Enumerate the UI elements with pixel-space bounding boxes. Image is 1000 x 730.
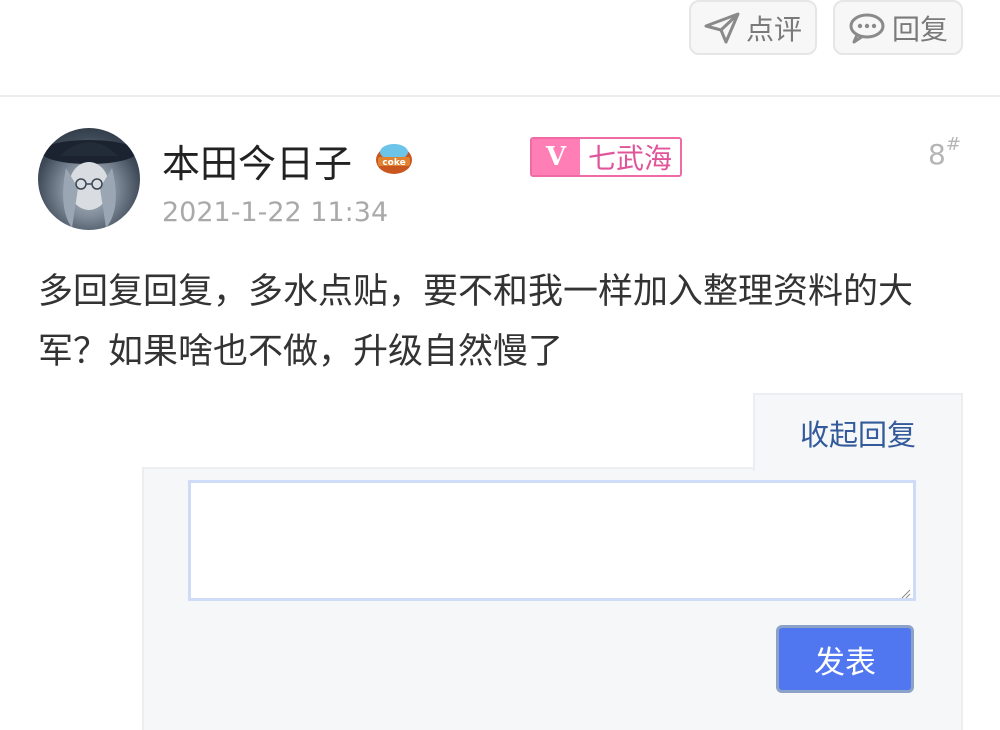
chat-bubble-icon: [848, 12, 886, 44]
post-page: 点评 回复 本田今日子 coke 2021-1-22 11:34 V 七武海 8…: [0, 0, 1000, 730]
post-timestamp: 2021-1-22 11:34: [162, 197, 389, 228]
rate-button-label: 点评: [745, 12, 802, 46]
rank-badge: V 七武海: [530, 137, 683, 177]
svg-text:coke: coke: [382, 158, 405, 168]
post-divider: [0, 95, 1000, 97]
resize-grip-icon[interactable]: [899, 584, 911, 599]
reply-button-label: 回复: [891, 12, 948, 46]
send-icon: [704, 12, 740, 44]
submit-reply-button[interactable]: 发表: [776, 625, 914, 693]
submit-reply-label: 发表: [814, 644, 876, 681]
floor-number-suffix: #: [945, 134, 961, 155]
collapse-replies-label: 收起回复: [799, 418, 916, 452]
avatar[interactable]: [38, 128, 140, 230]
rate-button[interactable]: 点评: [689, 0, 817, 55]
username[interactable]: 本田今日子: [162, 140, 352, 188]
collapse-replies-button[interactable]: 收起回复: [753, 393, 963, 471]
floor-number: 8#: [928, 134, 961, 171]
coke-medal-icon: coke: [374, 140, 414, 176]
rank-badge-label: 七武海: [580, 139, 681, 175]
rank-badge-prefix: V: [532, 139, 580, 175]
reply-input[interactable]: [188, 480, 916, 601]
post-body: 多回复回复，多水点贴，要不和我一样加入整理资料的大军？如果啥也不做，升级自然慢了: [38, 272, 914, 372]
reply-button[interactable]: 回复: [833, 0, 963, 55]
floor-number-value: 8: [928, 138, 946, 171]
